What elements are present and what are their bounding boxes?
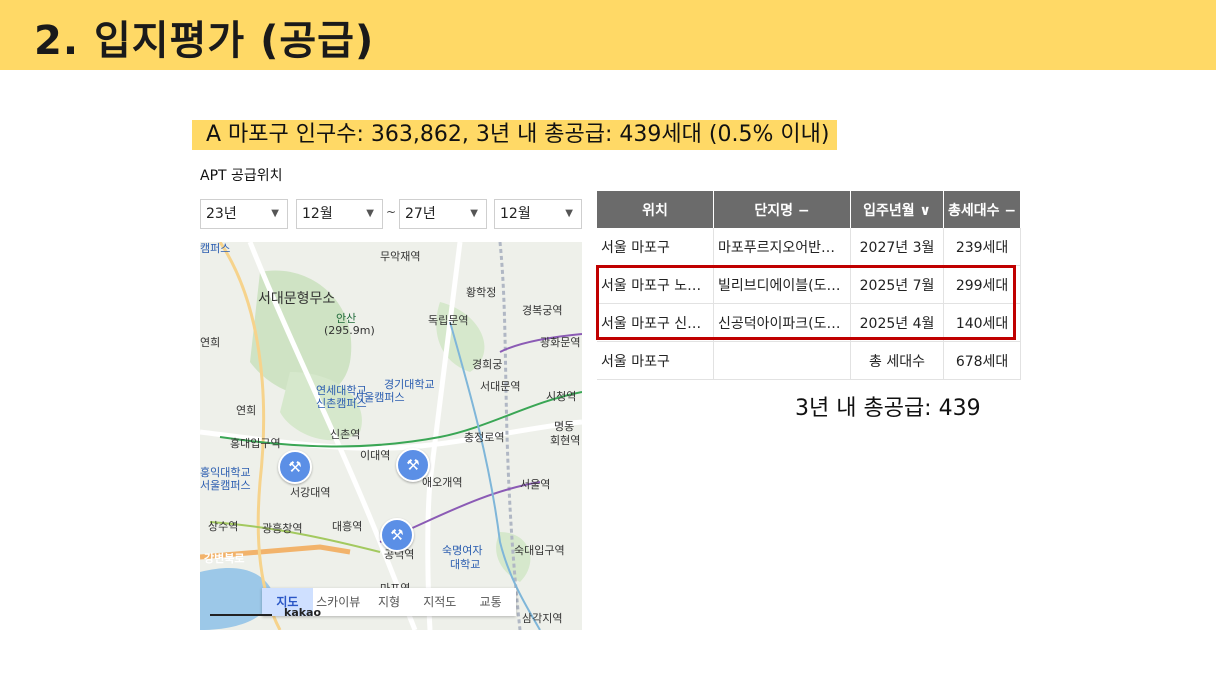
title-banner: 2. 입지평가 (공급)	[0, 0, 1216, 70]
population-summary: A 마포구 인구수: 363,862, 3년 내 총공급: 439세대 (0.5…	[192, 120, 838, 150]
map-label-gyeongbokgung: 경복궁역	[522, 304, 563, 317]
map-label-hongik-station: 홍대입구역	[230, 437, 281, 450]
map-label-yeonhui: 연희	[200, 336, 221, 349]
start-month-value: 12월	[302, 206, 333, 222]
start-year-value: 23년	[206, 206, 237, 222]
table-total-row: 서울 마포구 총 세대수 678세대	[597, 341, 1022, 380]
map-label-campus: 캠퍼스	[200, 242, 231, 255]
kakao-logo: kakao	[284, 606, 322, 619]
cell-total-label: 총 세대수	[850, 341, 944, 380]
end-month-value: 12월	[500, 206, 531, 222]
tab-cadastral[interactable]: 지적도	[414, 588, 465, 616]
map-label-daeheung: 대흥역	[332, 520, 363, 533]
map-label-hwanghakjeong: 황학정	[466, 286, 497, 299]
map-label-hongik-univ-campus: 서울캠퍼스	[200, 479, 251, 492]
supply-pin-1[interactable]: ⚒	[278, 450, 312, 484]
map-label-dongnimmun: 독립문역	[428, 314, 469, 327]
column-header-move-in[interactable]: 입주년월 ∨	[850, 191, 944, 228]
map-label-ahyeon: 애오개역	[422, 476, 463, 489]
column-header-households[interactable]: 총세대수 −	[943, 191, 1022, 228]
total-supply-note: 3년 내 총공급: 439	[795, 396, 981, 421]
supply-map[interactable]: 캠퍼스 무악재역 서대문형무소 황학정 안산 (295.9m) 독립문역 경복궁…	[200, 242, 582, 630]
map-label-sookdae-station: 숙대입구역	[514, 544, 565, 557]
table-row[interactable]: 서울 마포구 마포푸르지오어반… 2027년 3월 239세대	[597, 228, 1022, 266]
end-month-select[interactable]: 12월 ▼	[494, 199, 582, 229]
cell-total-households: 678세대	[943, 341, 1022, 380]
map-label-idae: 이대역	[360, 449, 391, 462]
column-header-location[interactable]: 위치	[597, 191, 714, 228]
end-year-select[interactable]: 27년 ▼	[399, 199, 487, 229]
map-label-gyeonghuigung: 경희궁	[472, 358, 503, 371]
map-label-gangbyeon: 강변북로	[204, 552, 245, 565]
end-year-value: 27년	[405, 206, 436, 222]
map-label-samgakji: 삼각지역	[522, 612, 563, 625]
table-header-row: 위치 단지명 − 입주년월 ∨ 총세대수 −	[597, 191, 1022, 228]
chevron-down-icon: ▼	[366, 208, 374, 219]
map-label-cityhall: 시청역	[546, 390, 577, 403]
chevron-down-icon: ▼	[470, 208, 478, 219]
chevron-down-icon: ▼	[271, 208, 279, 219]
map-label-chungjeongno: 충정로역	[464, 431, 505, 444]
map-label-seodaemun-station: 서대문역	[480, 380, 521, 393]
map-label-kyonggi-campus: 서울캠퍼스	[354, 391, 405, 404]
chevron-down-icon: ▼	[565, 208, 573, 219]
map-label-sangsu: 상수역	[208, 520, 239, 533]
map-label-ansan-height: (295.9m)	[324, 324, 375, 337]
start-year-select[interactable]: 23년 ▼	[200, 199, 288, 229]
supply-pin-3[interactable]: ⚒	[380, 518, 414, 552]
tab-terrain[interactable]: 지형	[364, 588, 415, 616]
cell-complex	[713, 341, 851, 380]
highlight-box	[596, 265, 1016, 340]
map-label-hoehyeon: 회현역	[550, 434, 581, 447]
map-label-sogang: 서강대역	[290, 486, 331, 499]
column-header-complex[interactable]: 단지명 −	[713, 191, 851, 228]
map-label-muakjae: 무악재역	[380, 250, 421, 263]
map-label-seodaemun-prison: 서대문형무소	[258, 291, 336, 307]
start-month-select[interactable]: 12월 ▼	[296, 199, 383, 229]
map-label-seoul-station: 서울역	[520, 478, 551, 491]
cell-location: 서울 마포구	[597, 228, 714, 266]
map-label-sookmyung-univ: 대학교	[450, 558, 481, 571]
map-scale-bar	[210, 614, 272, 616]
supply-pin-2[interactable]: ⚒	[396, 448, 430, 482]
page-title: 2. 입지평가 (공급)	[34, 18, 375, 64]
map-label-sinchon: 신촌역	[330, 428, 361, 441]
range-separator: ~	[386, 205, 397, 219]
map-label-gwangheungchang: 광흥창역	[262, 522, 303, 535]
tab-traffic[interactable]: 교통	[465, 588, 516, 616]
cell-move-in: 2027년 3월	[850, 228, 944, 266]
map-label-gwanghwamun: 광화문역	[540, 336, 581, 349]
cell-location: 서울 마포구	[597, 341, 714, 380]
apt-supply-label: APT 공급위치	[200, 168, 283, 184]
map-label-yeonhui-2: 연희	[236, 404, 257, 417]
cell-households: 239세대	[943, 228, 1022, 266]
cell-complex: 마포푸르지오어반…	[713, 228, 851, 266]
